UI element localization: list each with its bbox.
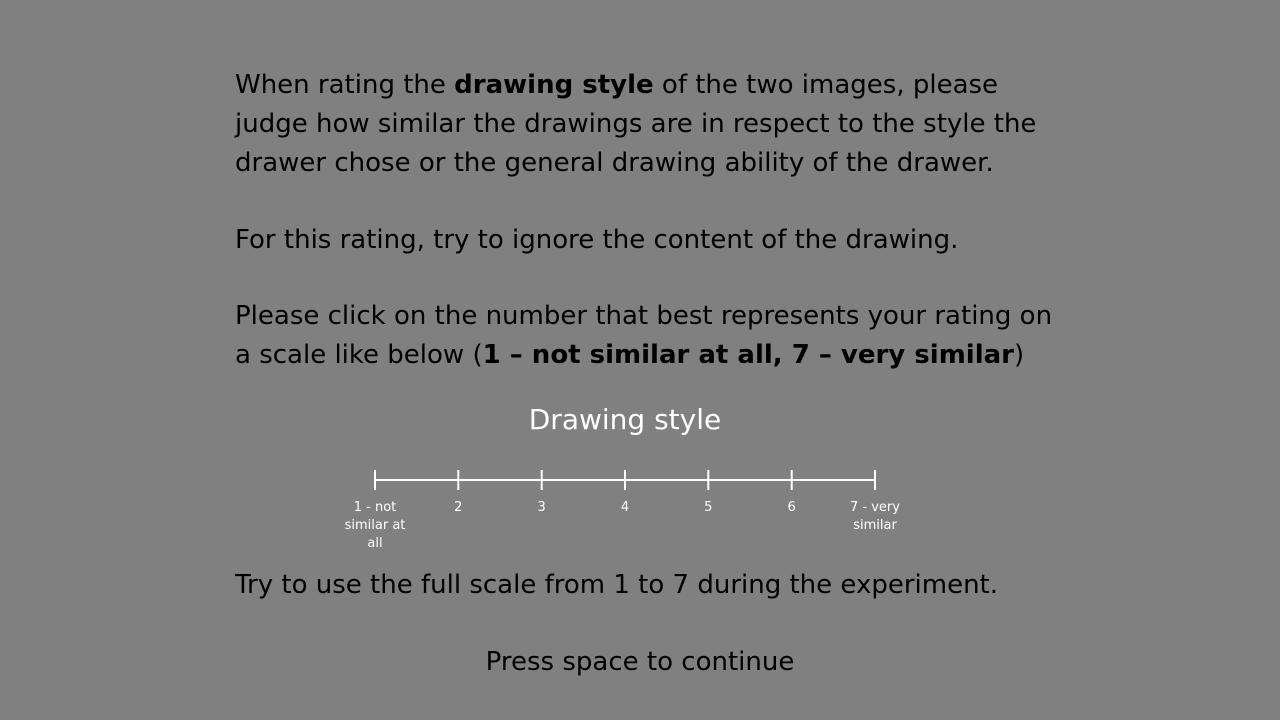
full-scale-note: Try to use the full scale from 1 to 7 du…: [235, 570, 999, 600]
instruction-paragraph-style: When rating the drawing style of the two…: [235, 66, 1065, 183]
instruction-paragraph-click: Please click on the number that best rep…: [235, 297, 1065, 375]
emphasis-drawing-style: drawing style: [454, 70, 654, 100]
scale-label-5: 5: [704, 500, 713, 515]
instruction-line: drawer chose or the general drawing abil…: [235, 148, 994, 178]
instruction-line: judge how similar the drawings are in re…: [235, 109, 1037, 139]
scale-label-2: 2: [454, 500, 463, 515]
instruction-text: a scale like below (: [235, 340, 483, 370]
instruction-line: Please click on the number that best rep…: [235, 301, 1053, 331]
instruction-line: For this rating, try to ignore the conte…: [235, 225, 959, 255]
continue-prompt: Press space to continue: [485, 647, 795, 677]
instruction-line: a scale like below (1 – not similar at a…: [235, 336, 1065, 375]
scale-label-4: 4: [620, 500, 630, 515]
instruction-text: of the two images, please: [653, 70, 999, 100]
instruction-text: When rating the: [235, 70, 455, 100]
scale-label-3: 3: [537, 500, 546, 515]
instruction-paragraph-ignore-content: For this rating, try to ignore the conte…: [235, 221, 1065, 260]
rating-scale: [374, 470, 876, 490]
instruction-line: When rating the drawing style of the two…: [235, 66, 1065, 105]
scale-label-1: 1 - not similar at all: [344, 500, 406, 551]
emphasis-scale-anchors: 1 – not similar at all, 7 – very similar: [482, 340, 1014, 370]
rating-scale-title: Drawing style: [528, 403, 722, 436]
scale-label-7: 7 - very similar: [850, 500, 900, 533]
scale-label-6: 6: [787, 500, 796, 515]
instruction-text: ): [1013, 340, 1025, 370]
